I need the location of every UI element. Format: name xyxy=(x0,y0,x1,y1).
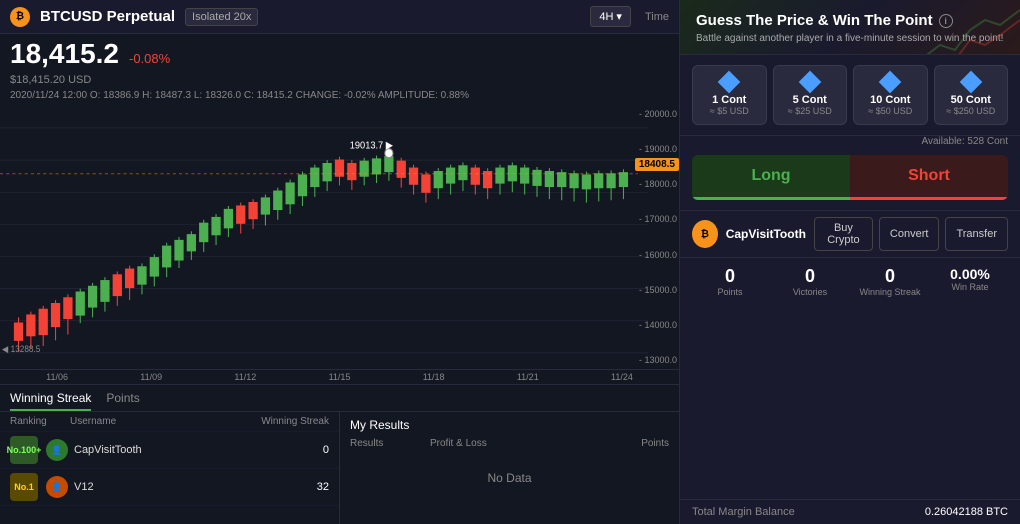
col-profit: Profit & Loss xyxy=(430,438,589,449)
col-username: Username xyxy=(70,416,249,427)
bet-usd-2: ≈ $25 USD xyxy=(788,106,832,116)
victories-label: Victories xyxy=(772,287,848,297)
transfer-button[interactable]: Transfer xyxy=(945,217,1008,251)
no-data-message: No Data xyxy=(350,453,669,503)
victories-value: 0 xyxy=(772,266,848,287)
avatar-2: 👤 xyxy=(46,476,68,498)
convert-button[interactable]: Convert xyxy=(879,217,940,251)
main-price: 18,415.2 xyxy=(10,38,119,70)
price-change: -0.08% xyxy=(129,51,170,66)
bet-card-3[interactable]: 10 Cont ≈ $50 USD xyxy=(853,65,928,125)
points-value: 0 xyxy=(692,266,768,287)
username-2: V12 xyxy=(74,481,94,493)
diamond-icon-2 xyxy=(798,71,821,94)
table-row: No.1 👤 V12 32 xyxy=(0,469,339,506)
ohlc-row: 2020/11/24 12:00 O: 18386.9 H: 18487.3 L… xyxy=(0,88,679,105)
user-row: ₿ CapVisitTooth Buy Crypto Convert Trans… xyxy=(680,210,1020,258)
avatar-1: 👤 xyxy=(46,439,68,461)
timeframe-button[interactable]: 4H ▾ xyxy=(590,6,631,27)
leverage-badge: Isolated 20x xyxy=(185,8,258,26)
bet-amount-4: 50 Cont xyxy=(951,94,991,106)
bottom-panel: Winning Streak Points Ranking Username W… xyxy=(0,384,679,524)
bet-amount-2: 5 Cont xyxy=(793,94,827,106)
game-header: Guess The Price & Win The Point i Battle… xyxy=(680,0,1020,55)
streak-label: Winning Streak xyxy=(852,287,928,297)
svg-text:◀ 13288.5: ◀ 13288.5 xyxy=(2,343,40,354)
candlestick-chart: 19013.7 ▶ ◀ 13288.5 xyxy=(0,105,679,369)
points-label: Points xyxy=(692,287,768,297)
stat-points: 0 Points xyxy=(692,266,768,297)
bet-usd-3: ≈ $50 USD xyxy=(868,106,912,116)
col-streak: Winning Streak xyxy=(249,416,329,427)
margin-row: Total Margin Balance 0.26042188 BTC xyxy=(680,499,1020,524)
user-name: CapVisitTooth xyxy=(726,227,806,241)
col-results: Results xyxy=(350,438,430,449)
diamond-icon-3 xyxy=(879,71,902,94)
bet-amount-3: 10 Cont xyxy=(870,94,910,106)
win-rate-value: 0.00% xyxy=(932,266,1008,282)
lb-header: Ranking Username Winning Streak xyxy=(0,412,339,432)
streak-1: 0 xyxy=(323,444,329,456)
bet-card-2[interactable]: 5 Cont ≈ $25 USD xyxy=(773,65,848,125)
action-buttons: Buy Crypto Convert Transfer xyxy=(814,217,1008,251)
col-points: Points xyxy=(589,438,669,449)
win-rate-label: Win Rate xyxy=(932,282,1008,292)
bottom-content: Ranking Username Winning Streak No.100+ … xyxy=(0,412,679,524)
svg-text:19013.7 ▶: 19013.7 ▶ xyxy=(350,140,394,152)
long-button[interactable]: Long xyxy=(692,155,850,200)
stat-streak: 0 Winning Streak xyxy=(852,266,928,297)
bottom-tabs: Winning Streak Points xyxy=(0,385,679,412)
stats-row: 0 Points 0 Victories 0 Winning Streak 0.… xyxy=(680,258,1020,305)
streak-value: 0 xyxy=(852,266,928,287)
bet-amount-1: 1 Cont xyxy=(712,94,746,106)
current-price-tag: 18408.5 xyxy=(635,158,679,171)
rank-badge-2: No.1 xyxy=(10,473,38,501)
stat-victories: 0 Victories xyxy=(772,266,848,297)
price-row: 18,415.2 -0.08% xyxy=(0,34,679,74)
diamond-icon-1 xyxy=(718,71,741,94)
tab-winning-streak[interactable]: Winning Streak xyxy=(10,391,91,411)
short-button[interactable]: Short xyxy=(850,155,1008,200)
user-logo: ₿ xyxy=(692,220,718,248)
bet-card-4[interactable]: 50 Cont ≈ $250 USD xyxy=(934,65,1009,125)
results-cols: Results Profit & Loss Points xyxy=(350,438,669,449)
rank-badge-1: No.100+ xyxy=(10,436,38,464)
btc-logo: ₿ xyxy=(10,7,30,27)
chart-header: ₿ BTCUSD Perpetual Isolated 20x 4H ▾ Tim… xyxy=(0,0,679,34)
table-row: No.100+ 👤 CapVisitTooth 0 xyxy=(0,432,339,469)
streak-2: 32 xyxy=(317,481,329,493)
margin-value: 0.26042188 BTC xyxy=(925,506,1008,518)
my-results-title: My Results xyxy=(350,418,669,432)
available-balance: Available: 528 Cont xyxy=(680,136,1020,155)
chart-area: 19013.7 ▶ ◀ 13288.5 - 20000.0 - 19000.0 … xyxy=(0,105,679,369)
buy-crypto-button[interactable]: Buy Crypto xyxy=(814,217,873,251)
diamond-icon-4 xyxy=(959,71,982,94)
bet-cards: 1 Cont ≈ $5 USD 5 Cont ≈ $25 USD 10 Cont… xyxy=(680,55,1020,136)
bet-card-1[interactable]: 1 Cont ≈ $5 USD xyxy=(692,65,767,125)
stat-win-rate: 0.00% Win Rate xyxy=(932,266,1008,297)
right-panel: Guess The Price & Win The Point i Battle… xyxy=(680,0,1020,524)
username-1: CapVisitTooth xyxy=(74,444,142,456)
time-label: Time xyxy=(645,11,669,23)
bg-chart-decoration xyxy=(920,0,1020,55)
leaderboard: Ranking Username Winning Streak No.100+ … xyxy=(0,412,340,524)
bet-usd-1: ≈ $5 USD xyxy=(710,106,749,116)
margin-label: Total Margin Balance xyxy=(692,506,795,518)
left-panel: ₿ BTCUSD Perpetual Isolated 20x 4H ▾ Tim… xyxy=(0,0,680,524)
col-ranking: Ranking xyxy=(10,416,70,427)
long-short-container: Long Short xyxy=(692,155,1008,200)
price-usd: $18,415.20 USD xyxy=(0,74,679,88)
bet-usd-4: ≈ $250 USD xyxy=(946,106,995,116)
chart-x-labels: 11/06 11/09 11/12 11/15 11/18 11/21 11/2… xyxy=(0,369,679,384)
tab-points[interactable]: Points xyxy=(106,391,139,411)
chart-price-labels: - 20000.0 - 19000.0 - 18000.0 - 17000.0 … xyxy=(639,105,677,369)
my-results: My Results Results Profit & Loss Points … xyxy=(340,412,679,524)
pair-title: BTCUSD Perpetual xyxy=(40,8,175,25)
